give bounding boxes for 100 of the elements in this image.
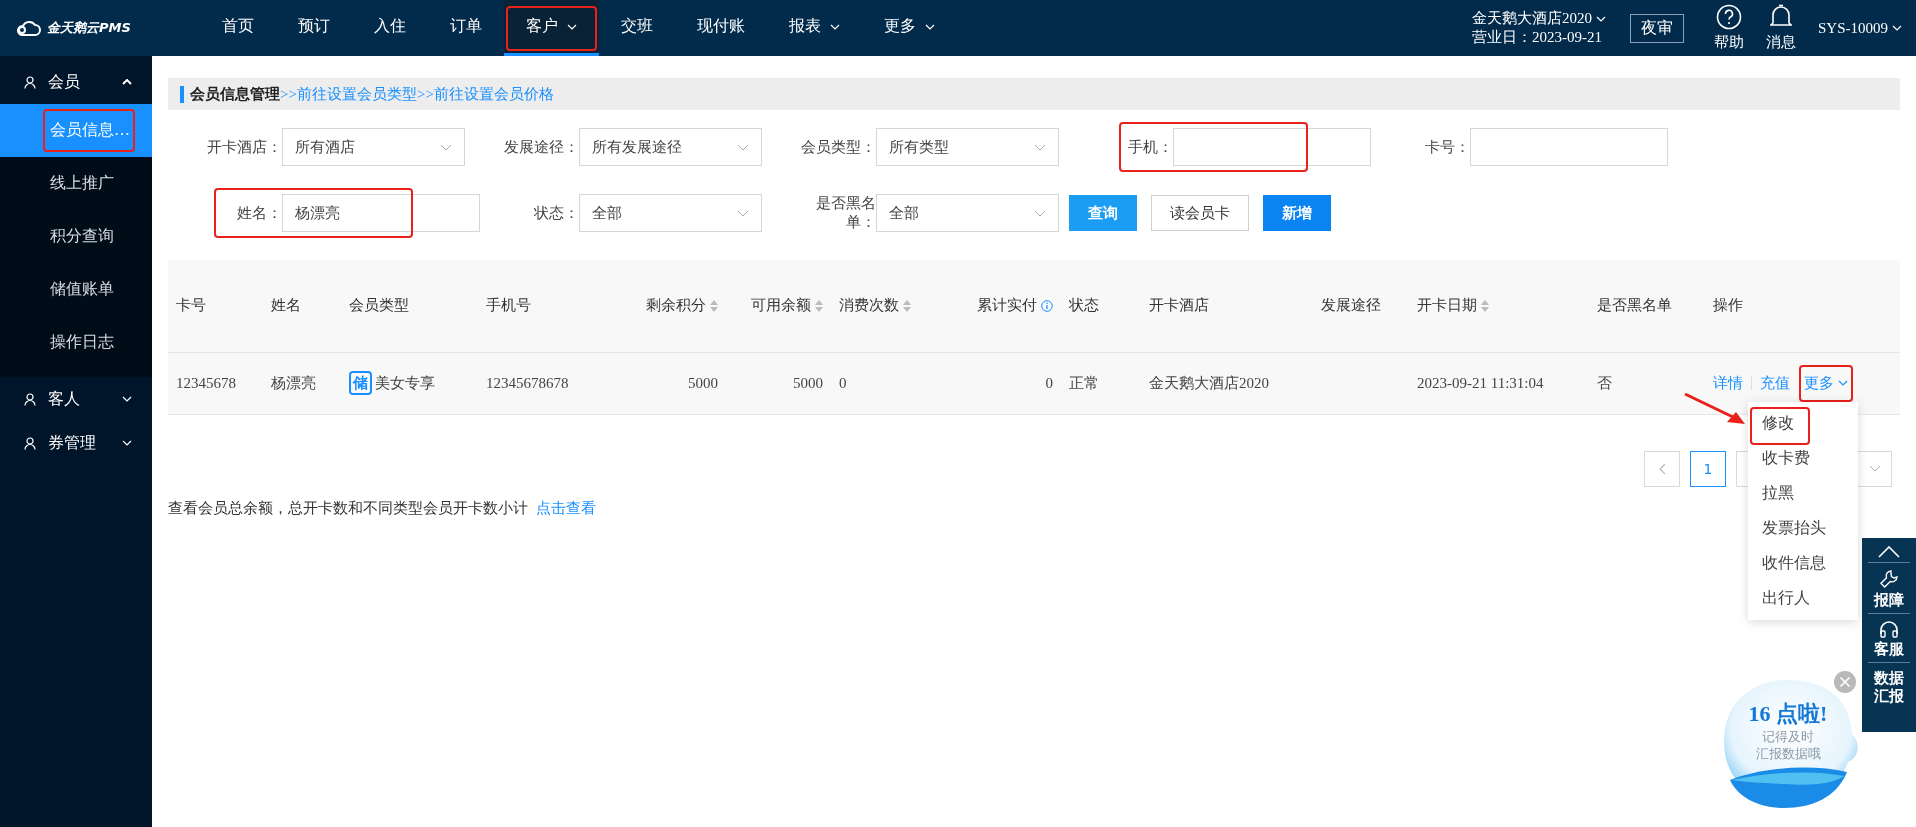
input-field[interactable]: 杨漂亮 — [282, 194, 480, 232]
column-title: 消费次数 — [839, 296, 899, 316]
chevron-down-icon — [1034, 143, 1046, 151]
filter-label: 会员类型： — [800, 137, 876, 157]
hotel-selector[interactable]: 金天鹅大酒店2020 — [1472, 9, 1606, 28]
user-icon — [24, 436, 36, 450]
table-cell: 0 — [951, 352, 1061, 414]
action-button[interactable]: 读会员卡 — [1151, 195, 1249, 231]
nav-tab[interactable]: 现付账 — [675, 0, 767, 56]
filter-label: 卡号： — [1424, 137, 1470, 157]
menu-item[interactable]: 收件信息 — [1748, 546, 1858, 581]
menu-item[interactable]: 拉黑 — [1748, 476, 1858, 511]
table-cell: 0 — [831, 352, 951, 414]
column-header[interactable]: 可用余额 — [726, 260, 831, 352]
menu-item[interactable]: 出行人 — [1748, 581, 1858, 616]
close-icon[interactable] — [1834, 671, 1856, 693]
night-audit-button[interactable]: 夜审 — [1630, 13, 1684, 43]
reminder-headline: 16 点啦! — [1748, 700, 1828, 728]
info-icon[interactable] — [1041, 299, 1053, 312]
user-icon — [24, 75, 36, 89]
sort-icon[interactable] — [815, 299, 823, 312]
summary-text: 查看会员总余额，总开卡数和不同类型会员开卡数小计 — [168, 498, 528, 518]
nav-tab[interactable]: 订单 — [428, 0, 504, 56]
input-field[interactable] — [1173, 128, 1371, 166]
chevron-down-icon — [122, 396, 132, 402]
chevron-down-icon — [122, 440, 132, 446]
sort-icon[interactable] — [710, 299, 718, 312]
sidebar-group-label: 会员 — [48, 71, 81, 92]
nav-tab[interactable]: 交班 — [599, 0, 675, 56]
table-cell: 美女专享 — [375, 373, 435, 393]
nav-tab[interactable]: 入住 — [352, 0, 428, 56]
table-cell: 2023-09-21 11:31:04 — [1409, 352, 1589, 414]
sidebar-item[interactable]: 操作日志 — [0, 316, 152, 369]
column-header[interactable]: 消费次数 — [831, 260, 951, 352]
previous-page-button[interactable] — [1644, 450, 1680, 487]
user-menu[interactable]: SYS-10009 — [1818, 19, 1902, 37]
sidebar-item-label: 线上推广 — [50, 173, 114, 193]
action-button[interactable]: 新增 — [1263, 195, 1331, 231]
input-field[interactable] — [1470, 128, 1668, 166]
sidebar-item[interactable]: 储值账单 — [0, 263, 152, 316]
chevron-down-icon[interactable] — [1869, 465, 1881, 472]
sort-icon[interactable] — [903, 299, 911, 312]
type-badge: 储 — [349, 371, 372, 395]
table-cell: 金天鹅大酒店2020 — [1141, 352, 1313, 414]
side-tool-button[interactable]: 数据汇报 — [1868, 662, 1910, 705]
column-title: 累计实付 — [977, 296, 1037, 316]
nav-tab[interactable]: 预订 — [276, 0, 352, 56]
chevron-up-icon[interactable] — [1878, 546, 1900, 558]
sort-icon[interactable] — [1481, 299, 1489, 312]
wrench-icon — [1879, 569, 1899, 589]
nav-tab[interactable]: 首页 — [200, 0, 276, 56]
menu-item[interactable]: 发票抬头 — [1748, 511, 1858, 546]
user-icon — [24, 392, 36, 406]
sidebar-item[interactable]: 线上推广 — [0, 157, 152, 210]
nav-tab[interactable]: 客户 — [504, 0, 599, 56]
sidebar-group-label: 客人 — [48, 388, 81, 409]
chevron-down-icon — [830, 23, 840, 30]
chevron-down-icon — [440, 143, 452, 151]
chevron-up-icon — [122, 79, 132, 85]
select-field[interactable]: 全部 — [579, 194, 762, 232]
sidebar-item-label: 积分查询 — [50, 226, 114, 246]
nav-tab[interactable]: 更多 — [862, 0, 957, 56]
menu-item[interactable]: 修改 — [1748, 406, 1858, 441]
table-cell: 杨漂亮 — [263, 352, 341, 414]
select-value: 全部 — [592, 203, 622, 223]
column-header[interactable]: 开卡日期 — [1409, 260, 1589, 352]
filter-label: 是否黑名单： — [815, 194, 876, 232]
chevron-down-icon — [1596, 15, 1606, 22]
sidebar-group[interactable]: 会员 — [0, 60, 152, 104]
select-field[interactable]: 所有酒店 — [282, 128, 465, 166]
nav-tab[interactable]: 报表 — [767, 0, 862, 56]
table-cell: 5000 — [608, 352, 726, 414]
menu-item[interactable]: 收卡费 — [1748, 441, 1858, 476]
annotation-arrow — [1683, 392, 1747, 426]
app-logo-text: 金天鹅云PMS — [47, 19, 131, 37]
side-tool-button[interactable]: 报障 — [1868, 562, 1910, 609]
column-title: 状态 — [1069, 296, 1099, 316]
column-title: 卡号 — [176, 296, 206, 316]
sidebar-group[interactable]: 客人 — [0, 377, 152, 421]
column-title: 会员类型 — [349, 296, 409, 316]
help-label[interactable]: 帮助 — [1714, 33, 1744, 52]
filter-label: 姓名： — [236, 203, 282, 223]
sidebar-item-label: 操作日志 — [50, 332, 114, 352]
select-value: 全部 — [889, 203, 919, 223]
chevron-left-icon — [1658, 462, 1666, 475]
cloud-logo-icon — [15, 20, 41, 36]
side-tool-button[interactable]: 客服 — [1868, 613, 1910, 658]
filter-label: 开卡酒店： — [206, 137, 282, 157]
select-field[interactable]: 全部 — [876, 194, 1059, 232]
column-title: 操作 — [1713, 296, 1743, 316]
column-header[interactable]: 剩余积分 — [608, 260, 726, 352]
sidebar-group[interactable]: 券管理 — [0, 421, 152, 465]
sidebar-item[interactable]: 积分查询 — [0, 210, 152, 263]
help-icon[interactable] — [1716, 4, 1742, 30]
select-field[interactable]: 所有发展途径 — [579, 128, 762, 166]
select-value: 所有发展途径 — [592, 137, 682, 157]
sidebar-group-label: 券管理 — [48, 432, 97, 453]
column-title: 可用余额 — [751, 296, 811, 316]
messages-label[interactable]: 消息 — [1766, 33, 1796, 52]
select-field[interactable]: 所有类型 — [876, 128, 1059, 166]
